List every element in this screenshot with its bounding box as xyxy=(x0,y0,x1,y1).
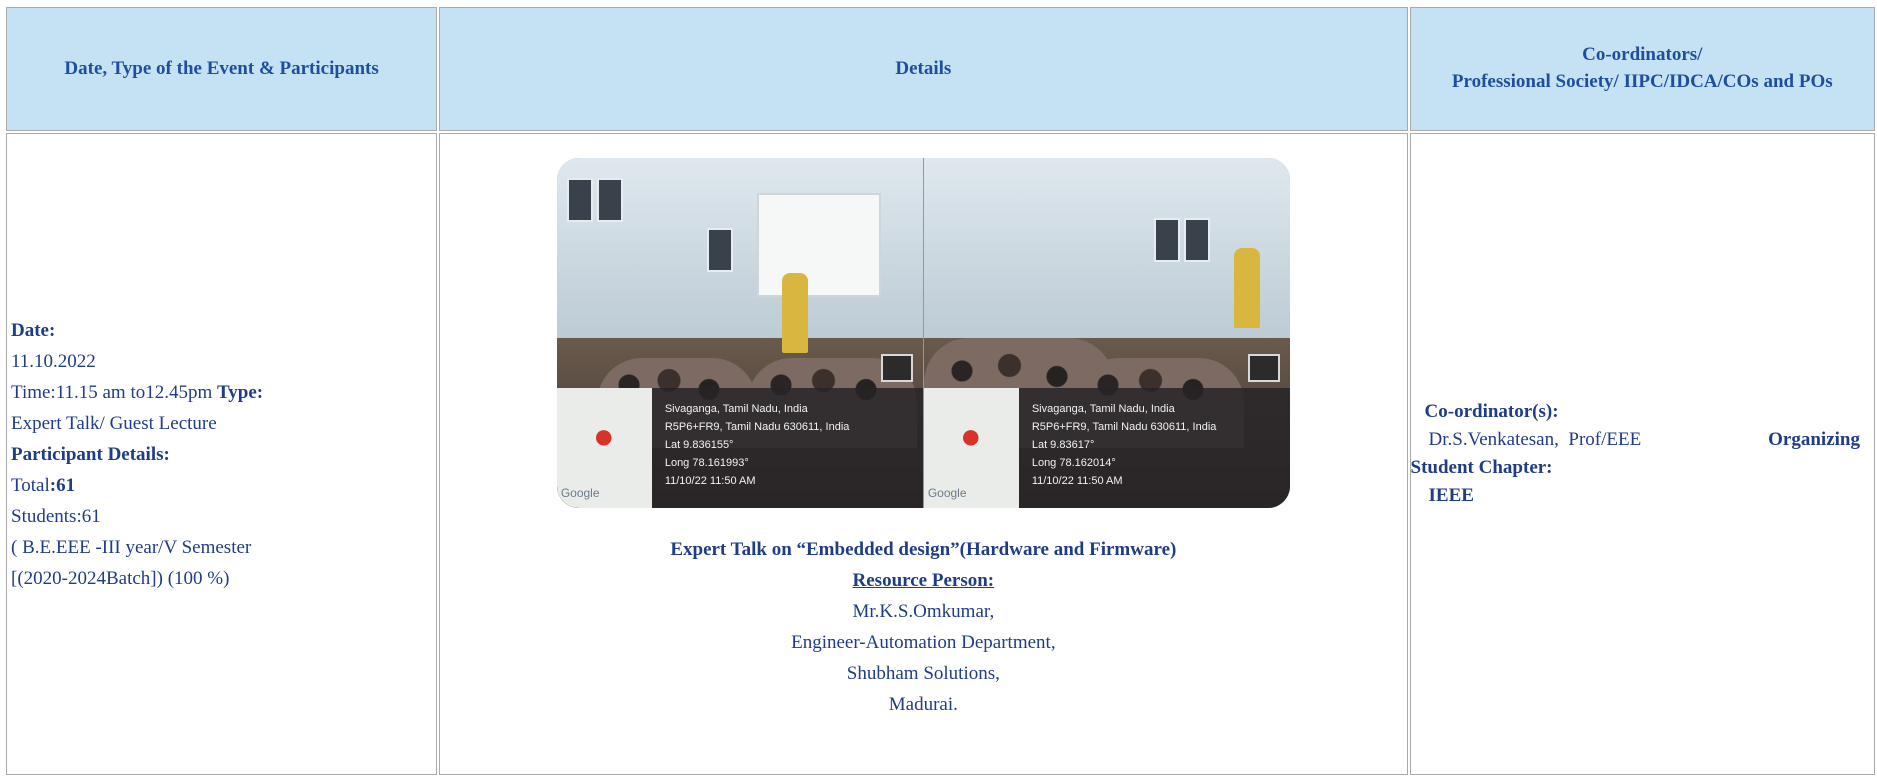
geotag-long: Long 78.161993° xyxy=(664,457,749,469)
window-shape xyxy=(1153,218,1180,262)
geotag-place: Sivaganga, Tamil Nadu, India xyxy=(1031,403,1175,415)
header-coordinators: Co-ordinators/ Professional Society/ IIP… xyxy=(1409,7,1875,131)
geotag-datetime: 11/10/22 11:50 AM xyxy=(664,475,756,487)
geotag-lat: Lat 9.836155° xyxy=(664,439,734,451)
geotag-overlay-right: ● Google Sivaganga, Tamil Nadu, India R5… xyxy=(923,354,1290,508)
type-label: Type: xyxy=(217,381,264,403)
coordinator-name: Dr.S.Venkatesan, xyxy=(1428,429,1559,450)
photo-left: ● Google Sivaganga, Tamil Nadu, India R5… xyxy=(556,158,923,508)
resource-person-role: Engineer-Automation Department, xyxy=(791,632,1056,653)
google-logo: Google xyxy=(560,486,600,500)
coordinator-name-dept: Dr.S.Venkatesan, Prof/EEE xyxy=(1429,426,1642,454)
event-info-cell: Date: 11.10.2022 Time:11.15 am to12.45pm… xyxy=(6,133,438,775)
map-pin-icon: ● xyxy=(959,415,982,456)
map-thumbnail: ● Google xyxy=(923,388,1019,508)
event-photo-collage: ● Google Sivaganga, Tamil Nadu, India R5… xyxy=(556,158,1290,508)
header-row: Date, Type of the Event & Participants D… xyxy=(6,7,1875,131)
speaker-figure xyxy=(781,273,808,353)
event-report-table: Date, Type of the Event & Participants D… xyxy=(4,5,1877,777)
geotag-address: R5P6+FR9, Tamil Nadu 630611, India xyxy=(1031,421,1217,433)
time-text: Time:11.15 am to12.45pm xyxy=(11,381,213,403)
type-value: Expert Talk/ Guest Lecture xyxy=(11,412,217,434)
map-thumbnail: ● Google xyxy=(556,388,652,508)
class-line-2: [(2020-2024Batch]) (100 %) xyxy=(11,567,230,589)
class-line-1: ( B.E.EEE -III year/V Semester xyxy=(11,536,252,558)
google-logo: Google xyxy=(927,486,967,500)
geotag-overlay-left: ● Google Sivaganga, Tamil Nadu, India R5… xyxy=(556,354,923,508)
coordinator-dept: Prof/EEE xyxy=(1568,429,1642,450)
geotag-long: Long 78.162014° xyxy=(1031,457,1116,469)
resource-person-label: Resource Person: xyxy=(852,570,995,591)
coordinator-line: Dr.S.Venkatesan, Prof/EEE Organizing xyxy=(1411,426,1860,454)
map-pin-icon: ● xyxy=(592,415,615,456)
window-shape xyxy=(706,228,733,272)
student-chapter-label: Student Chapter: xyxy=(1410,457,1553,478)
coordinators-info: Co-ordinator(s): Dr.S.Venkatesan, Prof/E… xyxy=(1411,398,1874,510)
organizing-label: Organizing xyxy=(1768,429,1860,450)
header-coordinators-line2: Professional Society/ IIPC/IDCA/COs and … xyxy=(1451,71,1833,92)
header-coordinators-line1: Co-ordinators/ xyxy=(1582,44,1703,66)
geotag-datetime: 11/10/22 11:50 AM xyxy=(1031,475,1123,487)
total-prefix: Total xyxy=(11,474,50,496)
geotag-text-right: Sivaganga, Tamil Nadu, India R5P6+FR9, T… xyxy=(1032,400,1217,490)
header-details: Details xyxy=(439,7,1408,131)
total-line: Total:61 xyxy=(11,470,436,501)
coordinator-label: Co-ordinator(s): xyxy=(1424,401,1559,422)
geotag-text-left: Sivaganga, Tamil Nadu, India R5P6+FR9, T… xyxy=(665,400,850,490)
resource-person-city: Madurai. xyxy=(888,694,958,715)
resource-person-company: Shubham Solutions, xyxy=(846,663,1000,684)
resource-person-name: Mr.K.S.Omkumar, xyxy=(852,601,995,622)
coordinators-cell: Co-ordinator(s): Dr.S.Venkatesan, Prof/E… xyxy=(1409,133,1875,775)
details-cell: ● Google Sivaganga, Tamil Nadu, India R5… xyxy=(439,133,1408,775)
event-info: Date: 11.10.2022 Time:11.15 am to12.45pm… xyxy=(7,315,436,594)
window-shape xyxy=(596,178,623,222)
date-value: 11.10.2022 xyxy=(11,350,96,372)
participants-label: Participant Details: xyxy=(11,443,170,465)
geotag-address: R5P6+FR9, Tamil Nadu 630611, India xyxy=(664,421,850,433)
speaker-figure xyxy=(1233,248,1260,328)
app-badge-icon xyxy=(1247,354,1280,382)
projector-screen xyxy=(756,193,881,297)
window-shape xyxy=(1183,218,1210,262)
photo-right: ● Google Sivaganga, Tamil Nadu, India R5… xyxy=(923,158,1290,508)
time-type-line: Time:11.15 am to12.45pm Type: xyxy=(11,377,436,408)
event-row: Date: 11.10.2022 Time:11.15 am to12.45pm… xyxy=(6,133,1875,775)
student-chapter-value: IEEE xyxy=(1428,485,1474,506)
students-count: Students:61 xyxy=(11,505,101,527)
report-page: Date, Type of the Event & Participants D… xyxy=(0,0,1877,775)
date-label: Date: xyxy=(11,319,56,341)
geotag-place: Sivaganga, Tamil Nadu, India xyxy=(664,403,808,415)
total-value: :61 xyxy=(49,474,76,496)
header-date-type-participants: Date, Type of the Event & Participants xyxy=(6,7,438,131)
event-caption: Expert Talk on “Embedded design”(Hardwar… xyxy=(440,534,1406,720)
geotag-lat: Lat 9.83617° xyxy=(1031,439,1095,451)
event-title: Expert Talk on “Embedded design”(Hardwar… xyxy=(670,539,1177,560)
app-badge-icon xyxy=(880,354,913,382)
window-shape xyxy=(566,178,593,222)
